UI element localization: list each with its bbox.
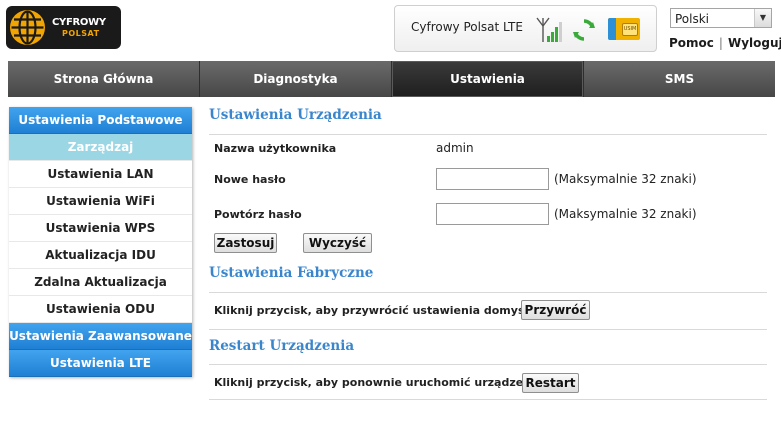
clear-button[interactable]: Wyczyść — [303, 233, 372, 253]
new-password-input[interactable] — [436, 168, 549, 190]
factory-settings-title: Ustawienia Fabryczne — [209, 265, 374, 281]
refresh-icon[interactable] — [572, 18, 596, 42]
brand-name-line1: CYFROWY — [52, 17, 106, 28]
operator-name: Cyfrowy Polsat — [411, 20, 500, 34]
connection-status-panel: Cyfrowy Polsat LTE USIM — [394, 5, 657, 52]
restart-row: Kliknij przycisk, aby ponownie uruchomić… — [209, 365, 767, 399]
links-separator: | — [718, 36, 723, 50]
tab-ustawienia[interactable]: Ustawienia — [392, 61, 584, 97]
restart-title: Restart Urządzenia — [209, 338, 355, 354]
top-links: Pomoc | Wyloguj — [669, 36, 781, 50]
sidebar-item-lte[interactable]: Ustawienia LTE — [9, 350, 192, 377]
repeat-password-input[interactable] — [436, 203, 549, 225]
sidebar-item-basic-settings[interactable]: Ustawienia Podstawowe — [9, 107, 192, 134]
sidebar-item-manage[interactable]: Zarządzaj — [9, 134, 192, 161]
usim-label: USIM — [622, 23, 638, 36]
divider — [209, 329, 767, 330]
sidebar-item-remote-update[interactable]: Zdalna Aktualizacja — [9, 269, 192, 296]
language-select[interactable]: Polski ▼ — [670, 8, 772, 28]
divider — [209, 399, 767, 400]
apply-button[interactable]: Zastosuj — [214, 233, 277, 253]
repeat-password-label: Powtórz hasło — [214, 208, 302, 221]
usim-card-icon: USIM — [608, 18, 640, 40]
sidebar-item-advanced-settings[interactable]: Ustawienia Zaawansowane — [9, 323, 192, 350]
username-row: Nazwa użytkownika admin — [209, 135, 767, 159]
tab-sms[interactable]: SMS — [584, 61, 775, 97]
restore-defaults-button[interactable]: Przywróć — [521, 300, 590, 320]
device-settings-actions: Zastosuj Wyczyść — [209, 229, 767, 261]
network-type: LTE — [503, 20, 523, 34]
chevron-down-icon: ▼ — [754, 9, 771, 27]
sidebar-item-idu-update[interactable]: Aktualizacja IDU — [9, 242, 192, 269]
help-link[interactable]: Pomoc — [669, 36, 714, 50]
sidebar-item-wifi[interactable]: Ustawienia WiFi — [9, 188, 192, 215]
settings-sidebar: Ustawienia Podstawowe Zarządzaj Ustawien… — [9, 107, 192, 377]
new-password-row: Nowe hasło (Maksymalnie 32 znaki) — [209, 159, 767, 194]
factory-reset-row: Kliknij przycisk, aby przywrócić ustawie… — [209, 293, 767, 329]
globe-icon — [10, 10, 45, 45]
sidebar-item-lan[interactable]: Ustawienia LAN — [9, 161, 192, 188]
main-navigation: Strona Główna Diagnostyka Ustawienia SMS — [8, 61, 775, 97]
factory-reset-description: Kliknij przycisk, aby przywrócić ustawie… — [214, 304, 544, 317]
tab-diagnostyka[interactable]: Diagnostyka — [200, 61, 392, 97]
main-content: Ustawienia Urządzenia Nazwa użytkownika … — [209, 105, 767, 400]
sidebar-item-wps[interactable]: Ustawienia WPS — [9, 215, 192, 242]
new-password-label: Nowe hasło — [214, 173, 286, 186]
logout-link[interactable]: Wyloguj — [728, 36, 781, 50]
username-label: Nazwa użytkownika — [214, 142, 337, 155]
repeat-password-row: Powtórz hasło (Maksymalnie 32 znaki) — [209, 194, 767, 229]
new-password-hint: (Maksymalnie 32 znaki) — [554, 172, 697, 186]
tab-strona-glowna[interactable]: Strona Główna — [8, 61, 200, 97]
brand-logo: CYFROWY POLSAT — [6, 6, 121, 49]
device-settings-title: Ustawienia Urządzenia — [209, 107, 382, 123]
restart-button[interactable]: Restart — [522, 373, 579, 393]
signal-strength-icon — [536, 17, 562, 42]
language-selected-value: Polski — [675, 12, 710, 26]
repeat-password-hint: (Maksymalnie 32 znaki) — [554, 207, 697, 221]
brand-name-line2: POLSAT — [62, 29, 100, 38]
sidebar-item-odu[interactable]: Ustawienia ODU — [9, 296, 192, 323]
username-value: admin — [436, 141, 474, 155]
restart-description: Kliknij przycisk, aby ponownie uruchomić… — [214, 376, 543, 389]
